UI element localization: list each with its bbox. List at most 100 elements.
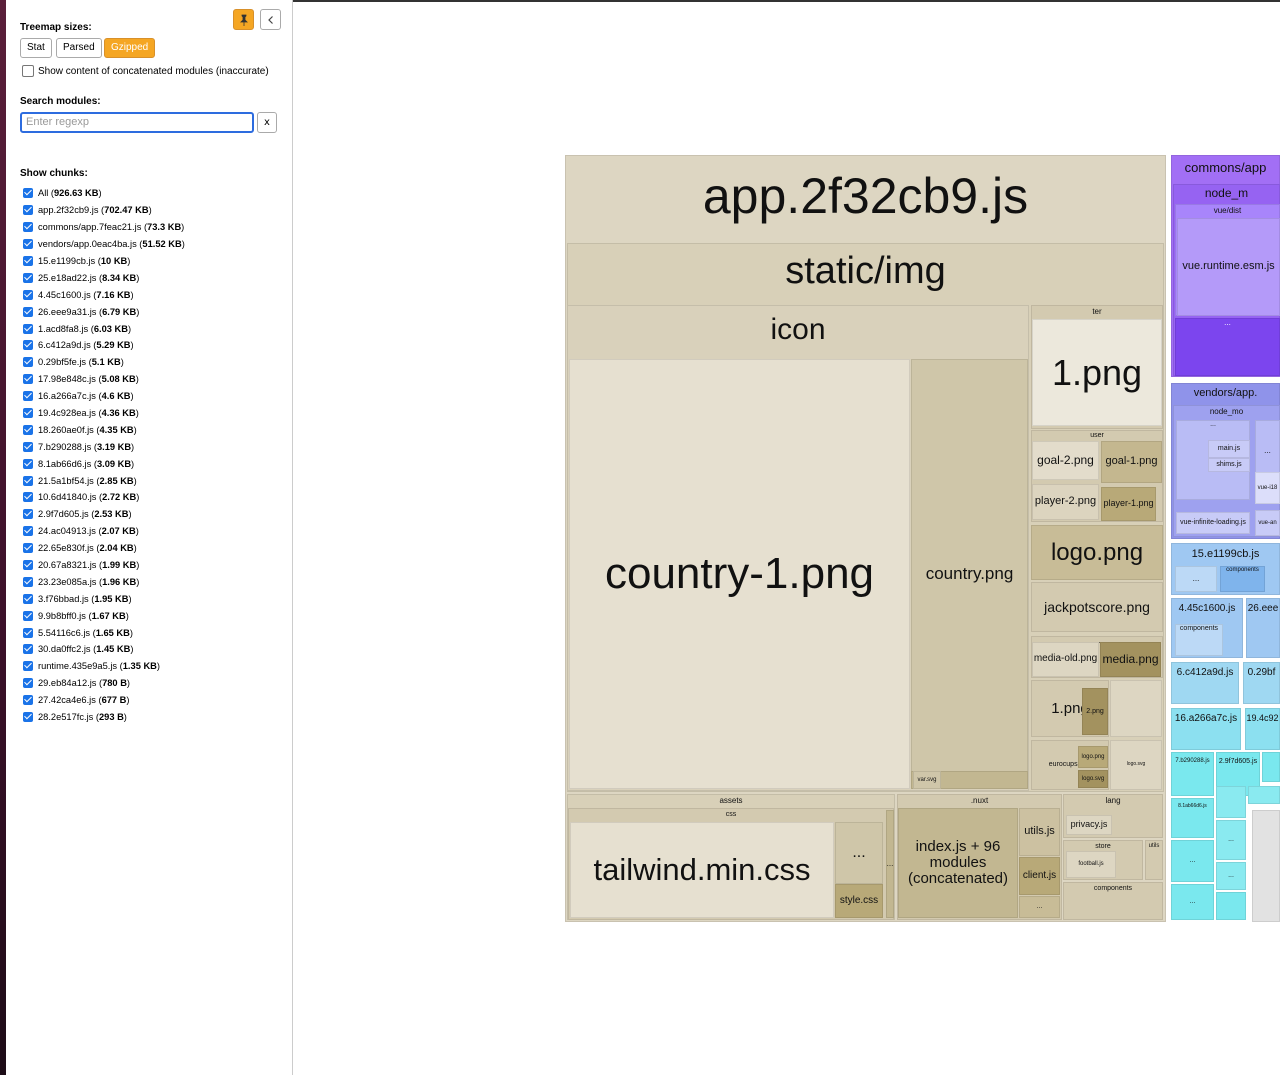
chunk-item[interactable]: 0.29bf5fe.js (5.1 KB) [23, 354, 185, 371]
chunk-item[interactable]: 3.f76bbad.js (1.95 KB) [23, 590, 185, 607]
goal-1-tile[interactable]: goal-1.png [1101, 441, 1162, 483]
chunk-item[interactable]: 25.e18ad22.js (8.34 KB) [23, 269, 185, 286]
chunk-checkbox[interactable] [23, 340, 33, 351]
chunk-item[interactable]: commons/app.7feac21.js (73.3 KB) [23, 219, 185, 236]
privacy-tile[interactable]: privacy.js [1066, 815, 1112, 835]
chunk-checkbox[interactable] [23, 272, 33, 283]
chunk-26-tile[interactable]: 26.eee [1246, 598, 1280, 658]
chunk-item[interactable]: 26.eee9a31.js (6.79 KB) [23, 303, 185, 320]
media-old-tile[interactable]: media-old.png [1032, 642, 1099, 677]
chunk-checkbox[interactable] [23, 712, 33, 723]
chunk-7-tile[interactable]: 7.b290288.js [1171, 752, 1214, 796]
chunk-checkbox[interactable] [23, 391, 33, 402]
chunk-item[interactable]: 21.5a1bf54.js (2.85 KB) [23, 472, 185, 489]
user-tile[interactable]: user [1031, 430, 1163, 522]
collapse-sidebar-button[interactable] [260, 9, 281, 30]
chunk-checkbox[interactable] [23, 374, 33, 385]
style-css-tile[interactable]: style.css [835, 884, 883, 918]
small-icons-tile[interactable] [1110, 680, 1162, 737]
concatenated-toggle[interactable]: Show content of concatenated modules (in… [22, 65, 269, 77]
chunk-item[interactable]: All (926.63 KB) [23, 185, 185, 202]
chunk-item[interactable]: 4.45c1600.js (7.16 KB) [23, 286, 185, 303]
logo-svg-tile[interactable]: logo.svg [1078, 770, 1108, 788]
chunk-item[interactable]: 10.6d41840.js (2.72 KB) [23, 489, 185, 506]
chunk-item[interactable]: 28.2e517fc.js (293 B) [23, 709, 185, 726]
chunk-dots-c-tile[interactable]: ... [1216, 862, 1246, 890]
chunk-item[interactable]: 16.a266a7c.js (4.6 KB) [23, 388, 185, 405]
chunk-4-tile[interactable]: 4.45c1600.js [1171, 598, 1243, 658]
chunk-checkbox[interactable] [23, 475, 33, 486]
utils-tile[interactable]: utils.js [1019, 808, 1060, 856]
vue-runtime-tile[interactable]: vue.runtime.esm.js [1177, 218, 1280, 316]
chunk-item[interactable]: 15.e1199cb.js (10 KB) [23, 253, 185, 270]
chunk-0-tile[interactable]: 0.29bf [1243, 662, 1280, 704]
chunk-checkbox[interactable] [23, 222, 33, 233]
chunk-item[interactable]: 29.eb84a12.js (780 B) [23, 675, 185, 692]
chunk-checkbox[interactable] [23, 408, 33, 419]
chunk-item[interactable]: 7.b290288.js (3.19 KB) [23, 438, 185, 455]
nuxt-dots-tile[interactable]: ... [1019, 896, 1060, 918]
chunk-item[interactable]: app.2f32cb9.js (702.47 KB) [23, 202, 185, 219]
chunk-item[interactable]: 18.260ae0f.js (4.35 KB) [23, 421, 185, 438]
chunk-item[interactable]: 5.54116c6.js (1.65 KB) [23, 624, 185, 641]
chunk-dots-b-tile[interactable]: ... [1171, 840, 1214, 882]
eurocups-tile[interactable]: eurocups.png [1031, 740, 1109, 790]
chunk-small-c-tile[interactable] [1248, 786, 1280, 804]
one-png-b-tile[interactable]: 1.png [1031, 680, 1109, 737]
chunk-item[interactable]: 17.98e848c.js (5.08 KB) [23, 371, 185, 388]
lang-tile[interactable]: lang [1063, 794, 1163, 838]
css-tile[interactable]: css [568, 808, 894, 920]
chunk-checkbox[interactable] [23, 593, 33, 604]
chunk-small-tile[interactable] [1262, 752, 1280, 782]
icon-tile[interactable]: icon [567, 305, 1029, 791]
chunk-dots-a-tile[interactable]: ... [1216, 820, 1246, 860]
chunk-checkbox[interactable] [23, 610, 33, 621]
logo-tile[interactable]: logo.png [1031, 525, 1163, 580]
vendors-dots-b-tile[interactable]: ... [1255, 420, 1280, 482]
chunk-checkbox[interactable] [23, 256, 33, 266]
dots-tile[interactable]: ... [1031, 636, 1163, 678]
chunk-item[interactable]: 8.1ab66d6.js (3.09 KB) [23, 455, 185, 472]
commons-dots-tile[interactable]: ... [1175, 318, 1280, 376]
chunk-checkbox[interactable] [23, 357, 33, 368]
chunk-small-b-tile[interactable] [1216, 786, 1246, 818]
media-tile[interactable]: media.png [1100, 642, 1161, 677]
vendors-node-modules-tile[interactable]: node_mo [1173, 405, 1280, 537]
chunk-small-d-tile[interactable] [1216, 892, 1246, 920]
chunk-item[interactable]: runtime.435e9a5.js (1.35 KB) [23, 658, 185, 675]
chunk-19-tile[interactable]: 19.4c92 [1245, 708, 1280, 750]
assets-dots-tile[interactable]: ... [886, 810, 894, 918]
search-input[interactable]: Enter regexp [20, 112, 254, 133]
commons-chunk-tile[interactable]: commons/app [1171, 155, 1280, 377]
chunk-checkbox[interactable] [23, 560, 33, 571]
country-1-tile[interactable]: country-1.png [569, 359, 910, 789]
goal-2-tile[interactable]: goal-2.png [1032, 441, 1099, 480]
static-img-tile[interactable]: static/img [567, 243, 1164, 792]
player-1-tile[interactable]: player-1.png [1101, 487, 1156, 521]
chunk-item[interactable]: 24.ac04913.js (2.07 KB) [23, 523, 185, 540]
chunk-dots-d-tile[interactable]: ... [1171, 884, 1214, 920]
two-png-tile[interactable]: 2.png [1082, 688, 1108, 735]
chunk-checkbox[interactable] [23, 661, 33, 672]
chunk-checkbox[interactable] [23, 492, 33, 503]
tailwind-tile[interactable]: tailwind.min.css [570, 822, 834, 918]
chunk-16-tile[interactable]: 16.a266a7c.js [1171, 708, 1241, 750]
vendors-chunk-tile[interactable]: vendors/app. [1171, 383, 1280, 539]
stat-button[interactable]: Stat [20, 38, 52, 58]
utils-dir-tile[interactable]: utils [1145, 840, 1163, 880]
assets-tile[interactable]: assets [567, 794, 895, 920]
pin-sidebar-button[interactable] [233, 9, 254, 30]
chunk-item[interactable]: 1.acd8fa8.js (6.03 KB) [23, 320, 185, 337]
store-tile[interactable]: store [1063, 840, 1143, 880]
chunk-checkbox[interactable] [23, 323, 33, 334]
chunk-8-tile[interactable]: 8.1ab66d6.js [1171, 798, 1214, 838]
chunk-item[interactable]: 19.4c928ea.js (4.36 KB) [23, 405, 185, 422]
chunk-checkbox[interactable] [23, 458, 33, 469]
concatenated-checkbox[interactable] [22, 65, 34, 77]
index-concat-tile[interactable]: index.js + 96 modules (concatenated) [898, 808, 1018, 918]
vue-i18n-tile[interactable]: vue-i18 [1255, 472, 1280, 504]
clear-search-button[interactable]: x [257, 112, 277, 133]
components-tile[interactable]: components [1063, 882, 1163, 920]
jackpotscore-tile[interactable]: jackpotscore.png [1031, 582, 1163, 632]
chunk-checkbox[interactable] [23, 306, 33, 317]
